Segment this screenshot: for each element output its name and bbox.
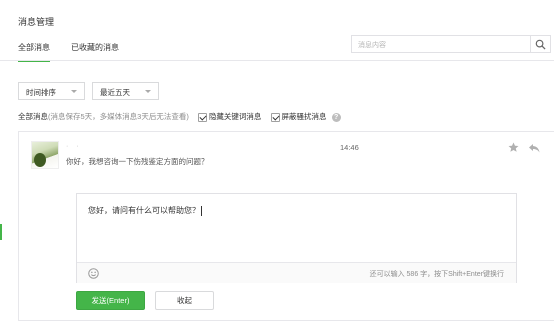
collapse-button[interactable]: 收起 — [155, 291, 214, 310]
message-text: 你好，我想咨询一下伤残鉴定方面的问题？ — [66, 157, 209, 166]
avatar[interactable] — [31, 141, 59, 169]
tabs-divider — [0, 60, 554, 61]
page-title: 消息管理 — [18, 17, 55, 27]
editor-toolbar: 还可以输入 586 字，按下Shift+Enter键换行 — [77, 262, 516, 283]
sender-nickname[interactable]: · · — [66, 143, 82, 150]
help-icon[interactable]: ? — [331, 112, 341, 122]
hide-keyword-checkbox[interactable] — [197, 112, 207, 122]
filter-row: 全部消息(消息保存5天，多媒体消息3天后无法查看) 隐藏关键词消息 屏蔽骚扰消息… — [18, 111, 341, 123]
tab-starred-messages[interactable]: 已收藏的消息 — [71, 42, 119, 53]
char-counter: 还可以输入 586 字，按下Shift+Enter键换行 — [369, 271, 504, 278]
block-spam-checkbox[interactable] — [270, 112, 280, 122]
retention-note: (消息保存5天，多媒体消息3天后无法查看) — [48, 112, 189, 121]
search-icon[interactable] — [535, 39, 546, 50]
chevron-down-icon — [145, 90, 151, 93]
reply-input[interactable]: 您好，请问有什么可以帮助您？ — [88, 205, 202, 216]
sort-select[interactable]: 时间排序 — [18, 82, 85, 100]
reply-input-value: 您好，请问有什么可以帮助您？ — [88, 206, 200, 215]
send-button[interactable]: 发送(Enter) — [76, 291, 145, 310]
reply-icon[interactable] — [528, 143, 540, 153]
summary-label: 全部消息 — [18, 112, 48, 121]
chevron-down-icon — [71, 90, 77, 93]
hide-keyword-label[interactable]: 隐藏关键词消息 — [209, 112, 262, 121]
sort-select-value: 时间排序 — [26, 88, 56, 97]
text-cursor — [201, 205, 202, 216]
left-accent-bar — [0, 224, 2, 240]
tab-all-messages[interactable]: 全部消息 — [18, 42, 50, 62]
date-range-select-value: 最近五天 — [100, 88, 130, 97]
reply-editor[interactable]: 您好，请问有什么可以帮助您？ 还可以输入 586 字，按下Shift+Enter… — [76, 193, 517, 283]
star-icon[interactable] — [508, 142, 519, 153]
date-range-select[interactable]: 最近五天 — [92, 82, 159, 100]
search-divider — [530, 36, 531, 52]
block-spam-label[interactable]: 屏蔽骚扰消息 — [282, 112, 327, 121]
avatar-image — [34, 153, 46, 167]
search-input[interactable]: 消息内容 — [358, 40, 386, 50]
message-time: 14:46 — [340, 143, 359, 152]
search-box[interactable]: 消息内容 — [351, 35, 551, 53]
emoji-icon[interactable] — [88, 268, 99, 279]
